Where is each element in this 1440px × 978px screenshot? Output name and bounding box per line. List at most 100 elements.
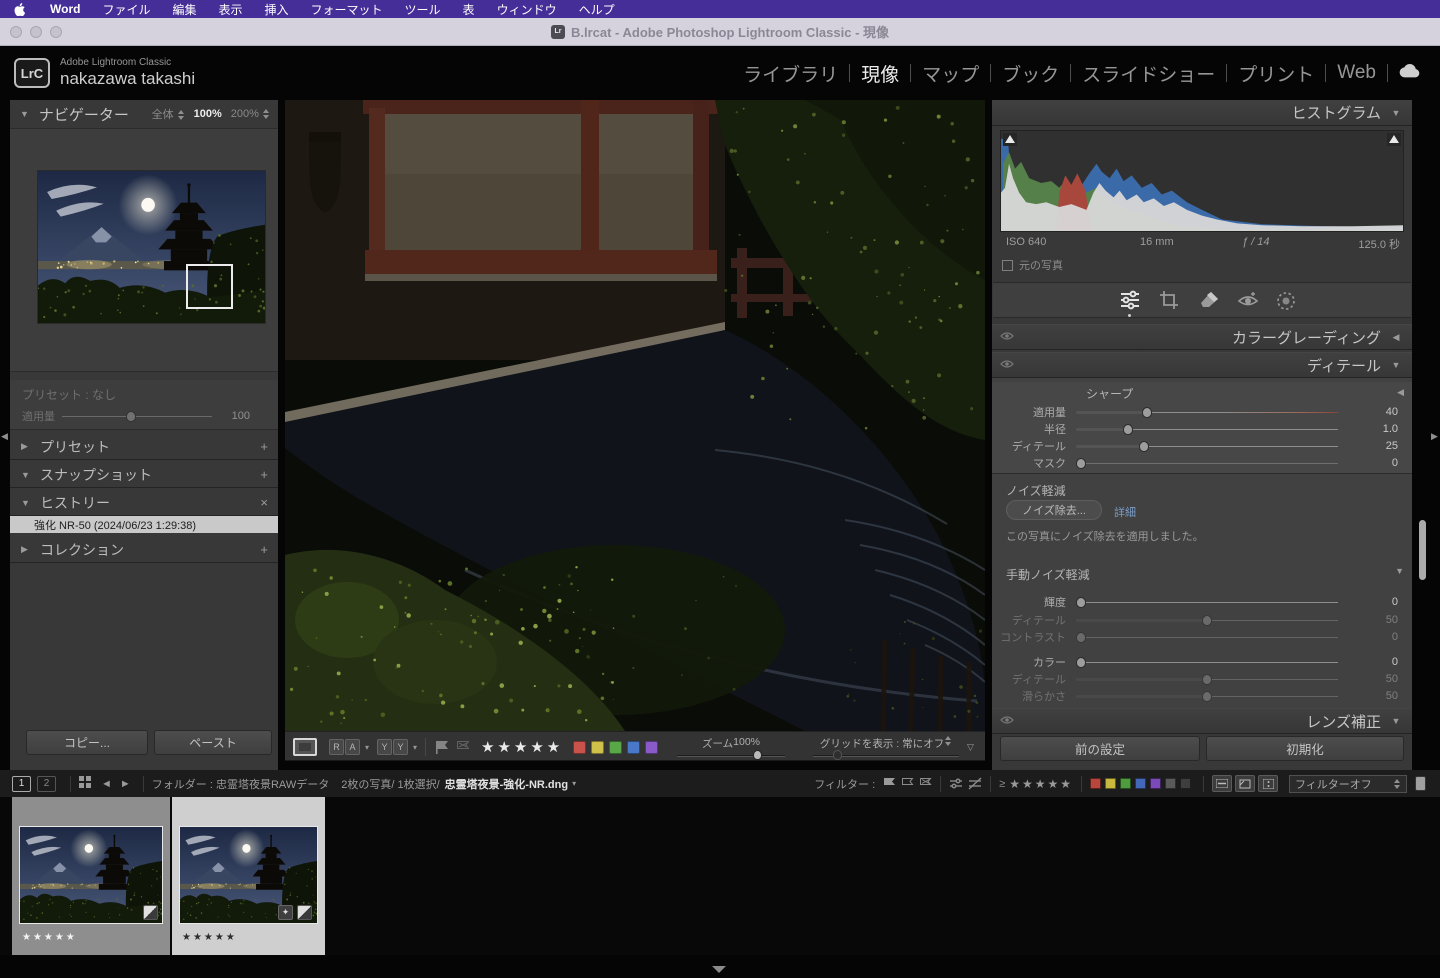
histogram-header[interactable]: ヒストグラム ▼ (992, 100, 1412, 126)
filter-color-chip-0[interactable] (1090, 778, 1101, 789)
sharpen-preview-icon[interactable]: ◀ (1397, 387, 1404, 398)
filter-unedited-icon[interactable] (968, 777, 982, 790)
collapse-icon[interactable]: ▼ (1390, 716, 1402, 726)
lens-corrections-header[interactable]: レンズ補正 ▼ (992, 708, 1412, 734)
hide-right-panel-icon[interactable]: ▶ (1431, 426, 1438, 444)
filter-rating-stars[interactable]: ★★★★★ (1009, 777, 1073, 791)
navigator-preview-image[interactable] (38, 171, 265, 323)
thumb-photo[interactable] (20, 827, 162, 923)
panel-scrollbar[interactable] (1419, 520, 1426, 580)
rating-ge-icon[interactable]: ≥ (999, 778, 1005, 790)
pick-flag-icon[interactable] (435, 741, 449, 754)
crop-tool-icon[interactable] (1159, 290, 1179, 315)
grid-display-label[interactable]: グリッドを表示 : 常にオフ (820, 736, 944, 751)
highlight-clipping-icon[interactable] (1387, 133, 1401, 146)
filter-enable-switch[interactable] (1415, 776, 1426, 791)
filter-label-view-button[interactable] (1235, 775, 1255, 792)
chevron-down-icon[interactable]: ▾ (572, 779, 576, 788)
thumb-rating-stars[interactable]: ★★★★★ (22, 932, 77, 943)
clear-history-icon[interactable]: × (260, 495, 268, 510)
previous-photo-icon[interactable]: ◄ (101, 778, 112, 790)
panel-toggle-eye-icon[interactable] (1000, 328, 1014, 346)
toolbar-options-icon[interactable]: ▽ (967, 732, 974, 762)
collapse-icon[interactable]: ▼ (20, 109, 29, 119)
module-library[interactable]: ライブラリ (732, 60, 849, 87)
sharpen-radius-slider[interactable] (1076, 425, 1338, 434)
module-book[interactable]: ブック (991, 60, 1070, 87)
apple-menu-icon[interactable] (14, 3, 25, 16)
original-photo-toggle[interactable]: 元の写真 (1002, 257, 1063, 273)
sharpen-detail-slider[interactable] (1076, 442, 1338, 451)
thumb-rating-stars[interactable]: ★★★★★ (182, 932, 237, 943)
filter-flagged-icon[interactable] (883, 778, 896, 790)
main-window-button[interactable]: 1 (12, 776, 31, 792)
menu-file[interactable]: ファイル (91, 1, 161, 18)
nav-zoom-200[interactable]: 200% (231, 108, 270, 120)
color-label-chip-1[interactable] (591, 741, 604, 754)
copy-button[interactable]: コピー... (26, 730, 148, 755)
checkbox-icon[interactable] (1002, 260, 1013, 271)
color-label-chip-3[interactable] (627, 741, 640, 754)
collapse-icon[interactable]: ▶ (21, 441, 31, 452)
color-detail-slider[interactable] (1076, 675, 1338, 684)
chevron-down-icon[interactable]: ▾ (365, 743, 369, 752)
chevron-down-icon[interactable]: ▾ (413, 743, 417, 752)
filmstrip-filename[interactable]: 忠霊塔夜景-強化-NR.dng (445, 776, 568, 792)
color-nr-slider[interactable] (1076, 658, 1338, 667)
module-web[interactable]: Web (1326, 62, 1387, 84)
filter-color-chip-5[interactable] (1165, 778, 1176, 789)
module-develop[interactable]: 現像 (850, 60, 910, 87)
shadow-clipping-icon[interactable] (1003, 133, 1017, 146)
section-snapshots[interactable]: ▼ スナップショット + (10, 462, 278, 488)
menu-help[interactable]: ヘルプ (568, 1, 626, 18)
nav-zoom-fit[interactable]: 全体 (152, 106, 185, 122)
adjustment-badge-icon[interactable] (297, 905, 312, 920)
reset-button[interactable]: 初期化 (1206, 736, 1404, 761)
preset-amount-slider[interactable] (62, 412, 212, 421)
collapse-icon[interactable]: ▼ (21, 470, 31, 480)
filmstrip-thumb-1[interactable]: ★★★★★ (12, 797, 170, 955)
luminance-nr-slider[interactable] (1076, 598, 1338, 607)
histogram-graph[interactable] (1000, 130, 1404, 232)
menu-edit[interactable]: 編集 (161, 1, 207, 18)
after-view-icon[interactable]: Y (393, 739, 408, 755)
filter-color-chip-1[interactable] (1105, 778, 1116, 789)
color-label-chip-2[interactable] (609, 741, 622, 754)
add-snapshot-icon[interactable]: + (260, 467, 268, 482)
panel-toggle-eye-icon[interactable] (1000, 712, 1014, 730)
updown-icon[interactable] (944, 736, 952, 746)
enhance-badge-icon[interactable]: ✦ (278, 905, 293, 920)
filter-unflagged-icon[interactable] (901, 778, 914, 790)
grid-size-slider[interactable] (813, 753, 959, 759)
red-eye-tool-icon[interactable] (1237, 290, 1259, 314)
menu-window[interactable]: ウィンドウ (486, 1, 568, 18)
section-history[interactable]: ▼ ヒストリー × (10, 490, 278, 516)
color-label-chip-0[interactable] (573, 741, 586, 754)
second-window-button[interactable]: 2 (37, 776, 56, 792)
module-print[interactable]: プリント (1227, 60, 1325, 87)
menu-table[interactable]: 表 (452, 1, 486, 18)
grid-view-icon[interactable] (79, 776, 91, 791)
previous-settings-button[interactable]: 前の設定 (1000, 736, 1200, 761)
filter-flag-view-button[interactable] (1212, 775, 1232, 792)
collapse-icon[interactable]: ▼ (1390, 360, 1402, 370)
filmstrip-source-label[interactable]: フォルダー : 忠霊塔夜景RAWデータ (152, 776, 329, 792)
next-photo-icon[interactable]: ► (120, 778, 131, 790)
navigator-header[interactable]: ▼ ナビゲーター 全体 100% 200% (10, 100, 278, 128)
section-collections[interactable]: ▶ コレクション + (10, 537, 278, 563)
rating-stars[interactable]: ★★★★★ (481, 738, 563, 756)
hide-filmstrip-icon[interactable] (712, 966, 726, 973)
masking-tool-icon[interactable] (1275, 290, 1297, 317)
collapse-icon[interactable]: ▼ (1390, 108, 1402, 118)
menu-tools[interactable]: ツール (394, 1, 452, 18)
luminance-contrast-slider[interactable] (1076, 633, 1338, 642)
filter-preset-dropdown[interactable]: フィルターオフ (1289, 775, 1407, 793)
sharpen-masking-slider[interactable] (1076, 459, 1338, 468)
menu-app[interactable]: Word (39, 2, 91, 16)
add-preset-icon[interactable]: + (260, 439, 268, 454)
sharpen-amount-slider[interactable] (1076, 408, 1338, 417)
collapse-icon[interactable]: ▼ (1395, 566, 1404, 576)
cloud-sync-icon[interactable] (1388, 62, 1424, 84)
before-view-icon[interactable]: Y (377, 739, 392, 755)
basic-adjustments-icon[interactable] (1119, 290, 1141, 315)
